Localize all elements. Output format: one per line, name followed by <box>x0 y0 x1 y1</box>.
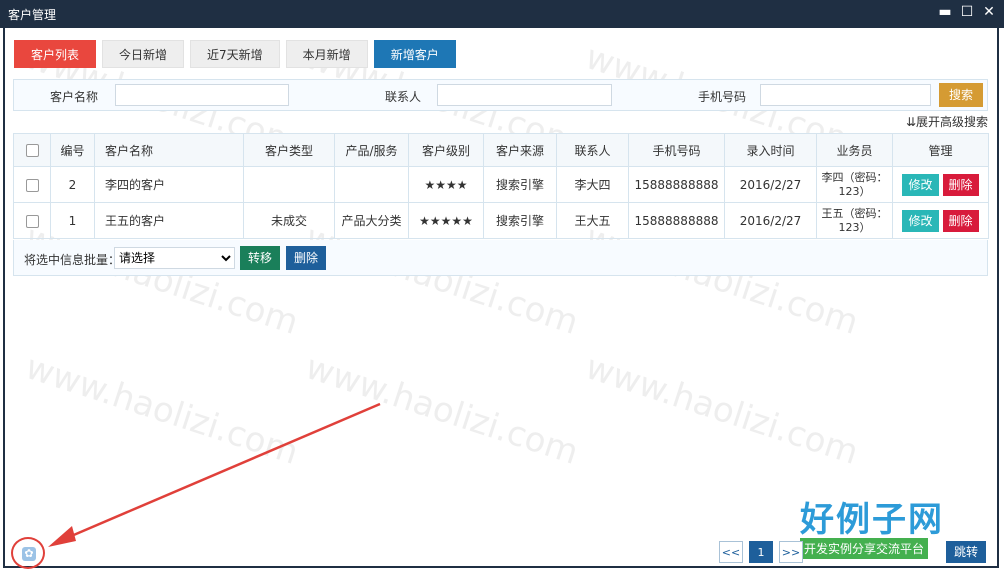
col-product: 产品/服务 <box>334 133 409 167</box>
goto-page-button[interactable]: 跳转 <box>946 541 986 563</box>
cell-contact: 李大四 <box>556 166 629 203</box>
cell-date: 2016/2/27 <box>724 202 817 239</box>
cell-manage: 修改 删除 <box>892 166 989 203</box>
pagination: << 1 >> <box>719 541 803 563</box>
delete-button[interactable]: 删除 <box>942 173 979 196</box>
prev-page-button[interactable]: << <box>719 541 743 563</box>
maximize-icon[interactable]: ☐ <box>960 5 974 19</box>
current-page-button[interactable]: 1 <box>749 541 773 563</box>
col-contact: 联系人 <box>556 133 629 167</box>
table-row: 1 王五的客户 未成交 产品大分类 ★★★★★ 搜索引擎 王大五 1588888… <box>13 202 989 239</box>
table-header-row: 编号 客户名称 客户类型 产品/服务 客户级别 客户来源 联系人 手机号码 录入… <box>13 133 989 167</box>
col-type: 客户类型 <box>243 133 335 167</box>
advanced-search-link[interactable]: ⇊展开高级搜索 <box>906 113 988 130</box>
brand-title: 好例子网 <box>800 500 944 540</box>
phone-label: 手机号码 <box>698 90 747 104</box>
checkbox-icon <box>25 144 39 157</box>
checkbox-icon <box>25 214 39 228</box>
table-row: 2 李四的客户 ★★★★ 搜索引擎 李大四 15888888888 2016/2… <box>13 166 989 203</box>
cell-id: 2 <box>50 166 95 203</box>
next-page-button[interactable]: >> <box>779 541 803 563</box>
settings-icon[interactable]: ✿ <box>22 547 36 561</box>
cell-contact: 王大五 <box>556 202 629 239</box>
tab-customer-list[interactable]: 客户列表 <box>14 40 97 68</box>
tab-bar: 客户列表 今日新增 近7天新增 本月新增 新增客户 <box>14 40 456 68</box>
batch-label: 将选中信息批量： <box>24 253 121 267</box>
cell-id: 1 <box>50 202 95 239</box>
col-manage: 管理 <box>892 133 989 167</box>
cell-source: 搜索引擎 <box>483 166 557 203</box>
search-button[interactable]: 搜索 <box>939 83 983 107</box>
cell-level: ★★★★ <box>408 166 484 203</box>
cell-type <box>243 166 335 203</box>
cell-level: ★★★★★ <box>408 202 484 239</box>
col-id: 编号 <box>50 133 95 167</box>
batch-select[interactable]: 请选择 <box>114 247 235 269</box>
cell-source: 搜索引擎 <box>483 202 557 239</box>
cell-product: 产品大分类 <box>334 202 409 239</box>
phone-input[interactable] <box>760 84 931 106</box>
cell-name: 李四的客户 <box>94 166 244 203</box>
col-source: 客户来源 <box>483 133 557 167</box>
tab-7days-new[interactable]: 近7天新增 <box>190 40 280 68</box>
cell-phone: 15888888888 <box>628 202 725 239</box>
col-name: 客户名称 <box>94 133 244 167</box>
contact-input[interactable] <box>437 84 612 106</box>
col-level: 客户级别 <box>408 133 484 167</box>
brand-tagline: 开发实例分享交流平台 <box>800 538 929 559</box>
edit-button[interactable]: 修改 <box>902 209 939 232</box>
customer-table: 编号 客户名称 客户类型 产品/服务 客户级别 客户来源 联系人 手机号码 录入… <box>13 133 989 239</box>
tab-month-new[interactable]: 本月新增 <box>285 40 368 68</box>
col-date: 录入时间 <box>724 133 817 167</box>
checkbox-icon <box>25 178 39 192</box>
search-bar: 客户名称 联系人 手机号码 搜索 <box>13 79 988 111</box>
cell-phone: 15888888888 <box>628 166 725 203</box>
cell-date: 2016/2/27 <box>724 166 817 203</box>
window-title: 客户管理 <box>8 8 57 22</box>
add-customer-button[interactable]: 新增客户 <box>373 40 456 68</box>
select-all-checkbox[interactable] <box>13 133 51 167</box>
window-titlebar: 客户管理 ▬ ☐ ✕ <box>0 0 1004 28</box>
transfer-button[interactable]: 转移 <box>240 246 280 270</box>
customer-name-input[interactable] <box>115 84 289 106</box>
col-phone: 手机号码 <box>628 133 725 167</box>
row-checkbox[interactable] <box>13 202 51 239</box>
cell-product <box>334 166 409 203</box>
col-rep: 业务员 <box>816 133 893 167</box>
cell-name: 王五的客户 <box>94 202 244 239</box>
batch-action-bar: 将选中信息批量： 请选择 转移 删除 <box>13 240 988 276</box>
edit-button[interactable]: 修改 <box>902 173 939 196</box>
cell-type: 未成交 <box>243 202 335 239</box>
row-checkbox[interactable] <box>13 166 51 203</box>
annotation-circle: ✿ <box>11 537 45 569</box>
cell-rep: 李四（密码：123） <box>816 166 893 203</box>
close-icon[interactable]: ✕ <box>982 5 996 19</box>
cell-rep: 王五（密码：123） <box>816 202 893 239</box>
minimize-icon[interactable]: ▬ <box>938 5 952 19</box>
brand-logo: 好例子网 开发实例分享交流平台 <box>800 492 944 559</box>
cell-manage: 修改 删除 <box>892 202 989 239</box>
tab-today-new[interactable]: 今日新增 <box>102 40 185 68</box>
batch-delete-button[interactable]: 删除 <box>286 246 326 270</box>
delete-button[interactable]: 删除 <box>942 209 979 232</box>
contact-label: 联系人 <box>385 90 422 104</box>
customer-name-label: 客户名称 <box>50 90 99 104</box>
